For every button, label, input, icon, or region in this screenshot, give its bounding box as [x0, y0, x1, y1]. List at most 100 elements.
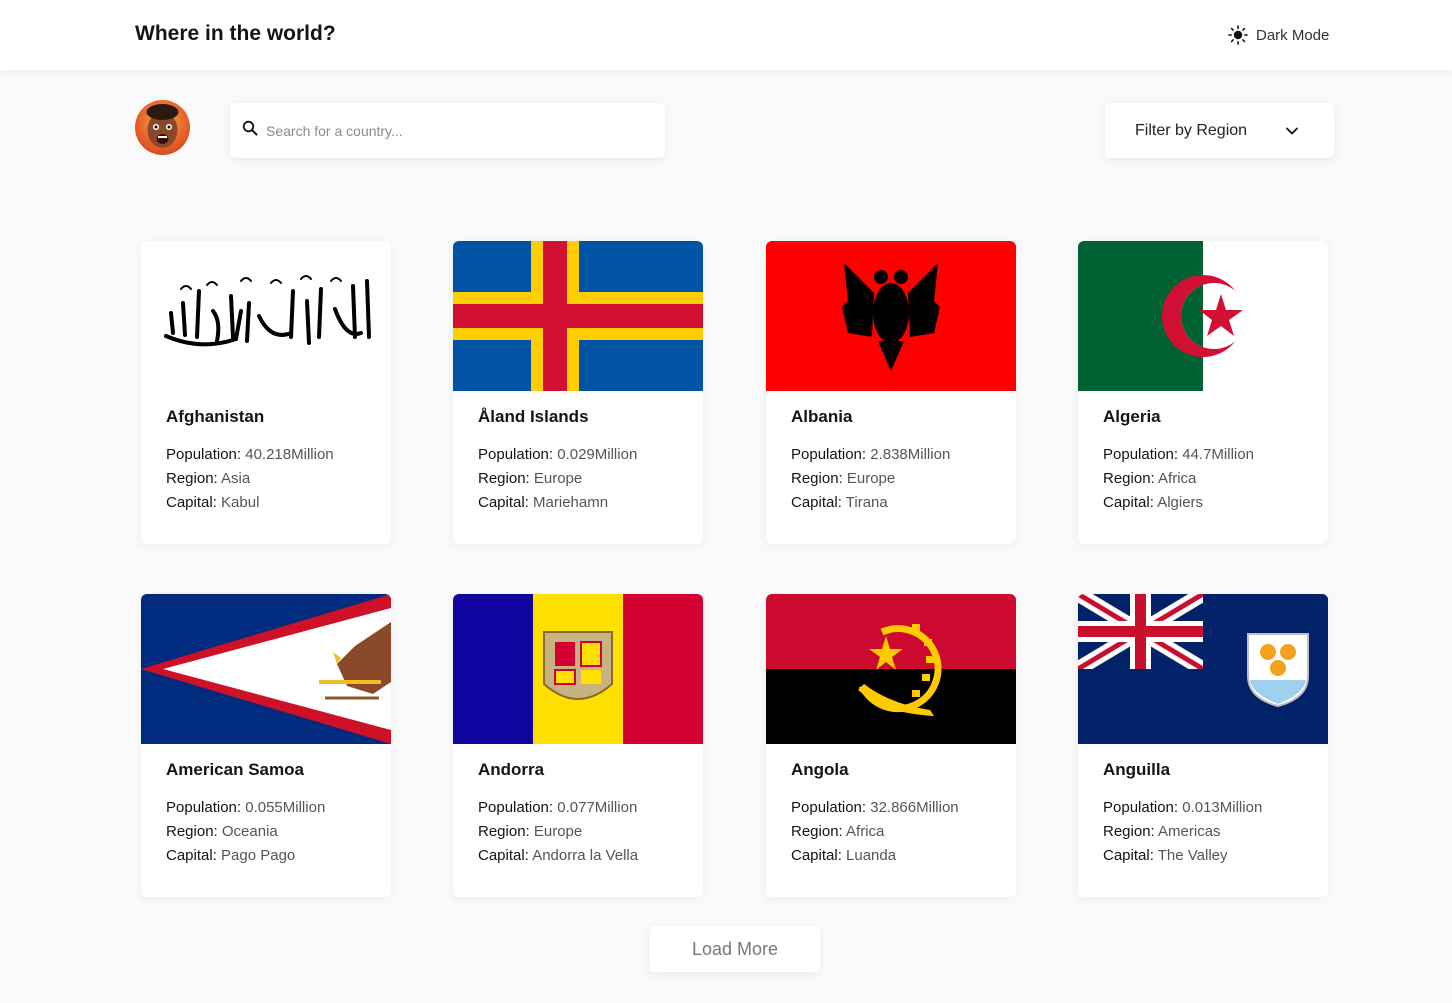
region-label: Region: [166, 823, 218, 840]
capital-row: Capital: Algiers [1103, 491, 1303, 515]
population-row: Population: 0.055Million [166, 796, 366, 820]
capital-value: Luanda [846, 847, 897, 864]
app-header: Where in the world? Dark Mode [0, 0, 1452, 70]
region-value: Oceania [221, 823, 278, 840]
capital-label: Capital: [1103, 494, 1154, 511]
population-value: 0.013Million [1182, 799, 1263, 816]
country-card[interactable]: Anguilla Population: 0.013Million Region… [1078, 594, 1328, 897]
population-row: Population: 0.029Million [478, 443, 678, 467]
region-value: Americas [1158, 823, 1221, 840]
population-value: 2.838Million [870, 446, 951, 463]
capital-row: Capital: Luanda [791, 844, 991, 868]
population-row: Population: 0.077Million [478, 796, 678, 820]
region-value: Africa [846, 823, 885, 840]
population-value: 0.055Million [245, 799, 326, 816]
population-row: Population: 0.013Million [1103, 796, 1303, 820]
region-row: Region: Europe [478, 820, 678, 844]
algeria-flag [1078, 241, 1328, 391]
region-row: Region: Asia [166, 467, 366, 491]
population-label: Population: [791, 446, 867, 463]
region-label: Region: [478, 470, 530, 487]
capital-row: Capital: Andorra la Vella [478, 844, 678, 868]
capital-label: Capital: [791, 494, 842, 511]
andorra-flag [453, 594, 703, 744]
albania-flag [766, 241, 1016, 391]
region-row: Region: Europe [791, 467, 991, 491]
capital-value: Tirana [845, 494, 888, 511]
country-name: American Samoa [166, 760, 304, 779]
population-value: 32.866Million [870, 799, 959, 816]
region-row: Region: Africa [1103, 467, 1303, 491]
country-name: Albania [791, 407, 853, 426]
region-value: Europe [533, 470, 583, 487]
dark-mode-label: Dark Mode [1256, 26, 1330, 44]
region-label: Region: [791, 823, 843, 840]
sun-icon [1228, 25, 1248, 45]
country-card[interactable]: Algeria Population: 44.7Million Region: … [1078, 241, 1328, 544]
capital-label: Capital: [478, 494, 529, 511]
capital-row: Capital: Mariehamn [478, 491, 678, 515]
region-value: Asia [221, 470, 251, 487]
region-label: Region: [478, 823, 530, 840]
country-card[interactable]: Angola Population: 32.866Million Region:… [766, 594, 1016, 897]
population-row: Population: 44.7Million [1103, 443, 1303, 467]
population-value: 40.218Million [245, 446, 334, 463]
search-input[interactable] [266, 122, 646, 139]
chevron-down-icon [1285, 124, 1299, 143]
country-card[interactable]: Andorra Population: 0.077Million Region:… [453, 594, 703, 897]
avatar[interactable] [135, 100, 190, 155]
population-label: Population: [1103, 446, 1179, 463]
capital-row: Capital: The Valley [1103, 844, 1303, 868]
region-row: Region: Oceania [166, 820, 366, 844]
region-row: Region: Americas [1103, 820, 1303, 844]
country-name: Andorra [478, 760, 545, 779]
country-name: Anguilla [1103, 760, 1171, 779]
country-card[interactable]: Albania Population: 2.838Million Region:… [766, 241, 1016, 544]
capital-value: Kabul [221, 494, 260, 511]
aland-islands-flag [453, 241, 703, 391]
region-label: Region: [1103, 470, 1155, 487]
country-name: Afghanistan [166, 407, 265, 426]
population-label: Population: [166, 446, 242, 463]
search-icon [242, 120, 258, 141]
capital-label: Capital: [166, 494, 217, 511]
population-label: Population: [791, 799, 867, 816]
capital-row: Capital: Tirana [791, 491, 991, 515]
region-filter-dropdown[interactable]: Filter by Region [1105, 103, 1334, 158]
capital-label: Capital: [791, 847, 842, 864]
country-card[interactable]: American Samoa Population: 0.055Million … [141, 594, 391, 897]
country-card[interactable]: Afghanistan Population: 40.218Million Re… [141, 241, 391, 544]
country-name: Åland Islands [478, 407, 589, 426]
capital-value: Algiers [1157, 494, 1204, 511]
capital-row: Capital: Pago Pago [166, 844, 366, 868]
american-samoa-flag [141, 594, 391, 744]
region-value: Europe [533, 823, 583, 840]
dark-mode-toggle[interactable]: Dark Mode [1228, 24, 1329, 46]
population-label: Population: [1103, 799, 1179, 816]
country-card[interactable]: Åland Islands Population: 0.029Million R… [453, 241, 703, 544]
population-value: 44.7Million [1182, 446, 1254, 463]
region-label: Region: [791, 470, 843, 487]
population-label: Population: [166, 799, 242, 816]
population-value: 0.077Million [557, 799, 638, 816]
anguilla-flag [1078, 594, 1328, 744]
afghanistan-flag [141, 241, 391, 391]
region-label: Region: [1103, 823, 1155, 840]
capital-value: The Valley [1157, 847, 1228, 864]
population-label: Population: [478, 446, 554, 463]
population-label: Population: [478, 799, 554, 816]
load-more-button[interactable]: Load More [650, 926, 820, 972]
region-row: Region: Africa [791, 820, 991, 844]
capital-value: Mariehamn [533, 494, 609, 511]
search-bar [230, 103, 665, 158]
capital-row: Capital: Kabul [166, 491, 366, 515]
capital-label: Capital: [166, 847, 217, 864]
capital-label: Capital: [1103, 847, 1154, 864]
population-row: Population: 40.218Million [166, 443, 366, 467]
region-label: Region: [166, 470, 218, 487]
country-name: Angola [791, 760, 849, 779]
capital-label: Capital: [478, 847, 529, 864]
region-filter-label: Filter by Region [1135, 121, 1248, 139]
population-row: Population: 32.866Million [791, 796, 991, 820]
region-row: Region: Europe [478, 467, 678, 491]
